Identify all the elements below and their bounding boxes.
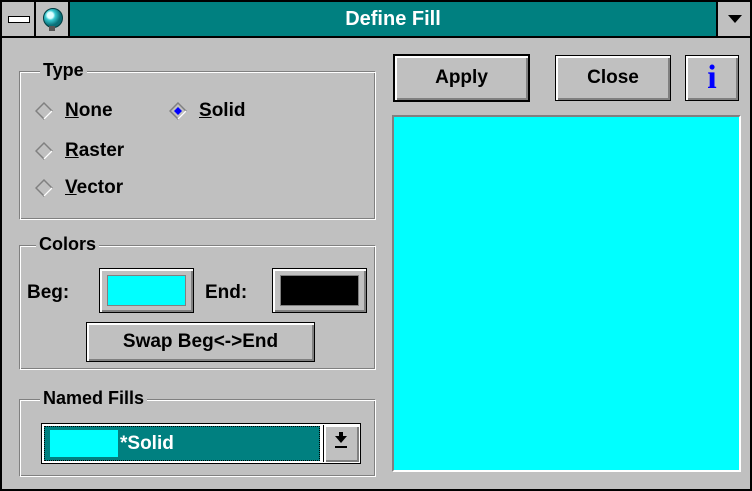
close-button[interactable]: Close	[555, 55, 671, 101]
down-arrow-icon	[335, 436, 347, 443]
system-menu-button[interactable]	[2, 2, 36, 36]
radio-diamond-icon	[35, 142, 53, 160]
window-title: Define Fill	[345, 8, 441, 30]
end-color-swatch	[280, 275, 359, 306]
named-fills-dropdown[interactable]: *Solid	[41, 423, 361, 464]
radio-none[interactable]: None	[35, 98, 113, 124]
window-menu-button[interactable]	[716, 2, 750, 36]
radio-diamond-icon	[35, 179, 53, 197]
dropdown-arrow-icon	[728, 15, 742, 23]
info-icon: i	[707, 59, 717, 96]
end-label: End:	[205, 282, 248, 303]
system-menu-icon	[8, 16, 30, 23]
beg-label: Beg:	[27, 282, 70, 303]
fill-preview	[392, 115, 741, 472]
colors-legend: Colors	[36, 233, 100, 255]
globe-icon	[43, 8, 63, 28]
named-fill-value: *Solid	[120, 433, 174, 454]
info-button[interactable]: i	[685, 55, 739, 101]
swap-colors-button[interactable]: Swap Beg<->End	[86, 322, 315, 362]
radio-solid[interactable]: Solid	[169, 98, 245, 124]
radio-diamond-icon	[35, 102, 53, 120]
title-bar[interactable]: Define Fill	[2, 2, 750, 38]
app-icon-button[interactable]	[36, 2, 70, 36]
define-fill-window: Define Fill Type None Solid Raster Vecto…	[0, 0, 752, 491]
named-fills-legend: Named Fills	[40, 387, 148, 409]
radio-diamond-selected-icon	[169, 102, 187, 120]
named-fills-selected[interactable]: *Solid	[44, 426, 320, 461]
radio-vector[interactable]: Vector	[35, 175, 123, 201]
beg-color-button[interactable]	[99, 268, 194, 313]
end-color-button[interactable]	[272, 268, 367, 313]
apply-button[interactable]: Apply	[393, 54, 530, 102]
type-legend: Type	[40, 59, 87, 81]
beg-color-swatch	[107, 275, 186, 306]
dropdown-arrow-button[interactable]	[323, 425, 359, 462]
radio-raster[interactable]: Raster	[35, 138, 124, 164]
named-fill-swatch	[50, 430, 118, 457]
